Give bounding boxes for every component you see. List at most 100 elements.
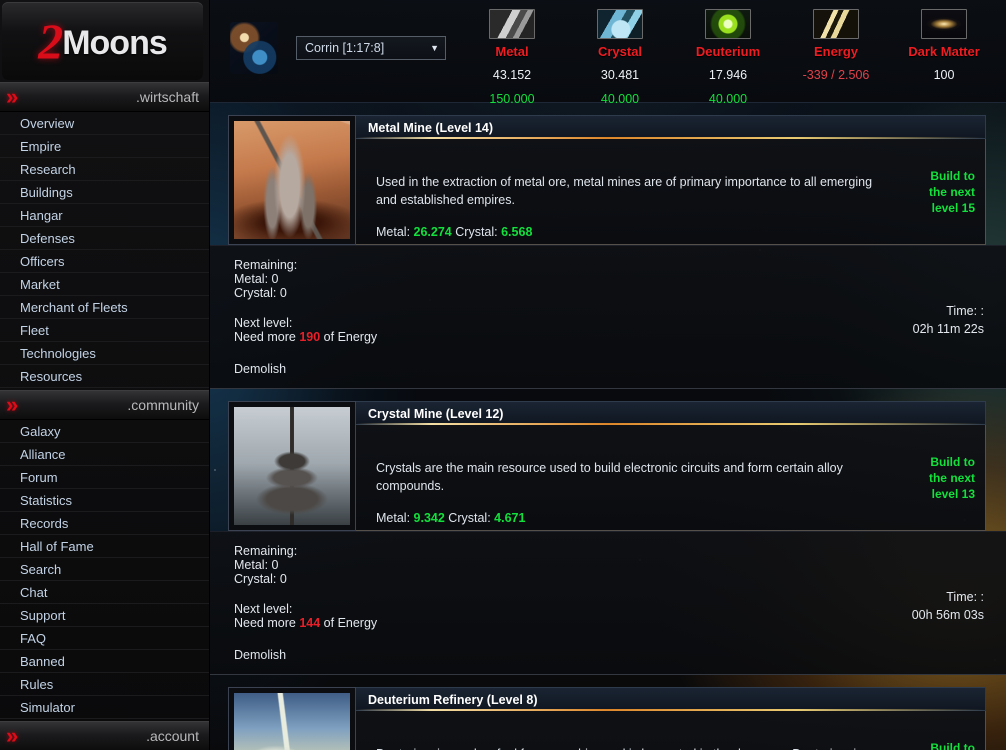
sidebar-item-officers[interactable]: Officers: [0, 250, 209, 273]
building-body: Crystals are the main resource used to b…: [356, 425, 986, 531]
sidebar-item-hangar[interactable]: Hangar: [0, 204, 209, 227]
resource-amount: -339 / 2.506: [802, 68, 870, 82]
sidebar-item-simulator[interactable]: Simulator: [0, 696, 209, 719]
building-body: Used in the extraction of metal ore, met…: [356, 139, 986, 245]
resource-name: Energy: [813, 44, 859, 59]
resource-amount: 30.481: [600, 68, 640, 82]
build-next-level-link[interactable]: Build to the next level 15: [913, 168, 975, 216]
remaining-label: Remaining:: [234, 258, 298, 272]
sidebar-item-market[interactable]: Market: [0, 273, 209, 296]
sidebar-item-galaxy[interactable]: Galaxy: [0, 420, 209, 443]
cost-metal-value: 9.342: [413, 511, 445, 525]
sidebar-item-rules[interactable]: Rules: [0, 673, 209, 696]
resource-name: Crystal: [597, 44, 643, 59]
logo-digit: 2: [38, 13, 63, 69]
building-top: Crystal Mine (Level 12) Crystals are the …: [228, 401, 986, 531]
sidebar-item-records[interactable]: Records: [0, 512, 209, 535]
building-card: Deuterium Refinery (Level 8) Deuterium is…: [228, 687, 986, 750]
sidebar-item-merchant-of-fleets[interactable]: Merchant of Fleets: [0, 296, 209, 319]
building-details: Remaining: Metal: 0 Crystal: 0 Next level: N…: [210, 245, 1006, 389]
build-next-level-link[interactable]: Build to the next level 13: [913, 454, 975, 502]
remaining-metal-text: Metal: 0: [234, 558, 279, 572]
site-logo[interactable]: 2Moons: [2, 2, 203, 80]
sidebar-item-chat[interactable]: Chat: [0, 581, 209, 604]
building-title: Crystal Mine (Level 12): [356, 401, 986, 425]
deuterium-icon: [705, 9, 751, 39]
sidebar-item-fleet[interactable]: Fleet: [0, 319, 209, 342]
sidebar-item-banned[interactable]: Banned: [0, 650, 209, 673]
double-chevron-right-icon: »: [6, 392, 18, 417]
remaining-metal: Metal: 0: [234, 272, 986, 286]
planet-selector[interactable]: Corrin [1:17:8] ▼: [296, 36, 446, 60]
chevron-down-icon: ▼: [430, 43, 439, 53]
sidebar-item-empire[interactable]: Empire: [0, 135, 209, 158]
sidebar-item-support[interactable]: Support: [0, 604, 209, 627]
need-suffix: of Energy: [323, 616, 378, 630]
build-next-level-link[interactable]: Build to the next level 9: [913, 740, 975, 750]
remaining-crystal: Crystal: 0: [234, 286, 986, 300]
resource-name: Metal: [495, 44, 529, 59]
building-thumbnail[interactable]: [228, 687, 356, 750]
sidebar-item-overview[interactable]: Overview: [0, 112, 209, 135]
sidebar-item-resources[interactable]: Resources: [0, 365, 209, 388]
cost-crystal-label: Crystal:: [448, 511, 491, 525]
game-page: 2Moons » .wirtschaft Overview Empire Researc…: [0, 0, 1006, 750]
planet-thumbnail-icon: [230, 22, 278, 74]
building-cost: Metal: 26.274 Crystal: 6.568: [376, 225, 889, 239]
sidebar-item-technologies[interactable]: Technologies: [0, 342, 209, 365]
planet-selector-value: Corrin [1:17:8]: [305, 41, 385, 55]
deuterium-refinery-image: [234, 693, 350, 750]
sidebar-menu: Galaxy Alliance Forum Statistics Records Hall…: [0, 420, 209, 719]
building-body: Deuterium is used as fuel for spaceships…: [356, 711, 986, 750]
sidebar-item-search[interactable]: Search: [0, 558, 209, 581]
sidebar-item-defenses[interactable]: Defenses: [0, 227, 209, 250]
resource-name: Dark Matter: [908, 44, 980, 59]
building-right: Deuterium Refinery (Level 8) Deuterium is…: [356, 687, 986, 750]
build-time-value: 00h 56m 03s: [911, 608, 984, 622]
sidebar-item-statistics[interactable]: Statistics: [0, 489, 209, 512]
build-time-label: Time: :: [946, 590, 984, 604]
sidebar-item-faq[interactable]: FAQ: [0, 627, 209, 650]
demolish-link[interactable]: Demolish: [234, 362, 986, 376]
crystal-mine-image: [234, 407, 350, 525]
building-thumbnail[interactable]: [228, 401, 356, 531]
logo-word: Moons: [62, 24, 168, 62]
sidebar-item-forum[interactable]: Forum: [0, 466, 209, 489]
cost-metal-value: 26.274: [413, 225, 452, 239]
sidebar-menu: Overview Empire Research Buildings Hangar Def…: [0, 112, 209, 388]
sidebar-section-header-community[interactable]: » .community: [0, 390, 209, 420]
sidebar-item-hall-of-fame[interactable]: Hall of Fame: [0, 535, 209, 558]
cost-metal-label: Metal:: [376, 511, 411, 525]
double-chevron-right-icon: »: [6, 84, 18, 109]
remaining-crystal-text: Crystal: 0: [234, 286, 287, 300]
demolish-link[interactable]: Demolish: [234, 648, 986, 662]
building-cost: Metal: 9.342 Crystal: 4.671: [376, 511, 889, 525]
energy-requirement: Need more 190 of Energy: [234, 330, 986, 344]
resource-amount: 17.946: [708, 68, 748, 82]
building-thumbnail[interactable]: [228, 115, 356, 245]
cost-crystal-value: 4.671: [494, 511, 526, 525]
resource-metal: Metal 43.152 150.000: [458, 0, 566, 106]
sidebar-item-buildings[interactable]: Buildings: [0, 181, 209, 204]
resource-amount: 43.152: [492, 68, 532, 82]
building-top: Deuterium Refinery (Level 8) Deuterium is…: [228, 687, 986, 750]
sidebar-section-label: .account: [146, 728, 199, 744]
remaining-metal: Metal: 0: [234, 558, 986, 572]
next-level-label: Next level:: [234, 316, 293, 330]
sidebar-item-research[interactable]: Research: [0, 158, 209, 181]
resource-name: Deuterium: [695, 44, 761, 59]
sidebar-section-label: .community: [127, 397, 199, 413]
cost-crystal-label: Crystal:: [455, 225, 498, 239]
resource-production: 150.000: [489, 92, 535, 106]
remaining-label: Remaining:: [234, 544, 298, 558]
sidebar-item-alliance[interactable]: Alliance: [0, 443, 209, 466]
need-prefix: Need more: [234, 330, 296, 344]
metal-mine-image: [234, 121, 350, 239]
resource-energy: Energy -339 / 2.506: [782, 0, 890, 106]
sidebar-section-header-account[interactable]: » .account: [0, 721, 209, 750]
build-time-value: 02h 11m 22s: [912, 322, 984, 336]
building-description: Crystals are the main resource used to b…: [376, 461, 843, 493]
sidebar-section-header-wirtschaft[interactable]: » .wirtschaft: [0, 82, 209, 112]
buildings-list[interactable]: Metal Mine (Level 14) Used in the extract…: [210, 103, 1006, 750]
